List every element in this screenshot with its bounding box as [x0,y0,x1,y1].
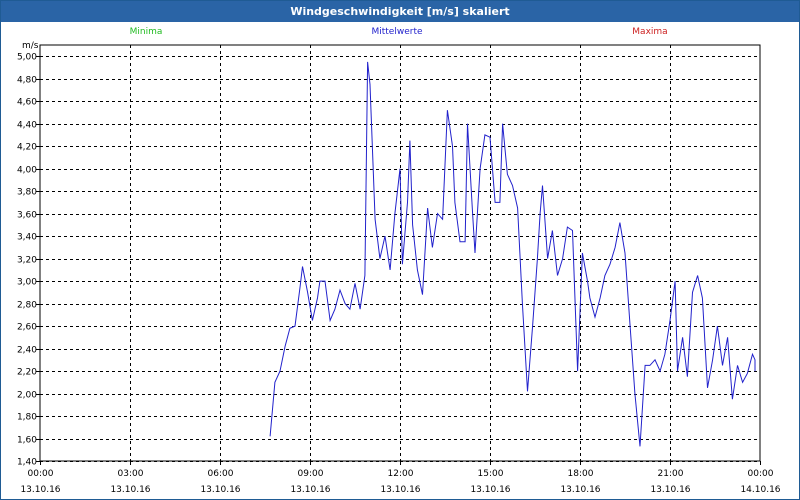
x-tick-time: 18:00 [568,469,594,479]
legend-minima: Minima [130,27,163,37]
y-tick-label: 2,20 [17,368,37,378]
y-tick-label: 4,40 [17,121,37,131]
x-tick-time: 06:00 [208,469,234,479]
x-tick-time: 12:00 [388,469,414,479]
y-axis-unit: m/s [22,41,39,51]
x-tick-date: 13.10.16 [110,485,150,495]
legend-mittelwerte: Mittelwerte [371,27,422,37]
x-tick-time: 21:00 [658,469,684,479]
y-tick-label: 3,00 [17,278,37,288]
y-tick-label: 3,20 [17,256,37,266]
chart-plot: Minima Mittelwerte Maxima m/s 5,00 4,80 4,… [17,27,781,495]
x-tick-date: 13.10.16 [200,485,240,495]
y-tick-label: 2,80 [17,301,37,311]
y-tick-label: 2,60 [17,323,37,333]
x-tick-date: 13.10.16 [650,485,690,495]
x-tick-date: 13.10.16 [560,485,600,495]
y-tick-label: 3,60 [17,211,37,221]
y-tick-label: 3,40 [17,233,37,243]
legend-maxima: Maxima [632,27,667,37]
x-tick-time: 03:00 [118,469,144,479]
x-tick-date: 13.10.16 [20,485,60,495]
x-tick-time: 09:00 [298,469,324,479]
x-tick-date: 13.10.16 [470,485,510,495]
x-tick-date: 13.10.16 [380,485,420,495]
y-tick-label: 5,00 [17,53,37,63]
y-tick-label: 1,40 [17,458,37,468]
y-tick-label: 2,00 [17,391,37,401]
series-line-mittelwerte [269,61,756,447]
x-tick-date: 13.10.16 [290,485,330,495]
y-tick-label: 4,60 [17,98,37,108]
y-tick-label: 4,00 [17,166,37,176]
series-group [269,61,756,447]
y-tick-label: 1,80 [17,413,37,423]
y-tick-label: 4,20 [17,143,37,153]
grid-lines [40,45,760,462]
x-tick-date: 14.10.16 [740,485,780,495]
x-tick-time: 00:00 [28,469,54,479]
y-tick-label: 4,80 [17,76,37,86]
x-axis-ticks: 00:00 13.10.16 03:00 13.10.16 06:00 13.10.16 0… [20,461,781,495]
y-tick-label: 3,80 [17,188,37,198]
y-tick-label: 1,60 [17,436,37,446]
y-axis-ticks: 5,00 4,80 4,60 4,40 4,20 4,00 3,80 3,60 3,40 3,20… [17,53,40,468]
y-tick-label: 2,40 [17,346,37,356]
x-tick-time: 00:00 [748,469,774,479]
x-tick-time: 15:00 [478,469,504,479]
